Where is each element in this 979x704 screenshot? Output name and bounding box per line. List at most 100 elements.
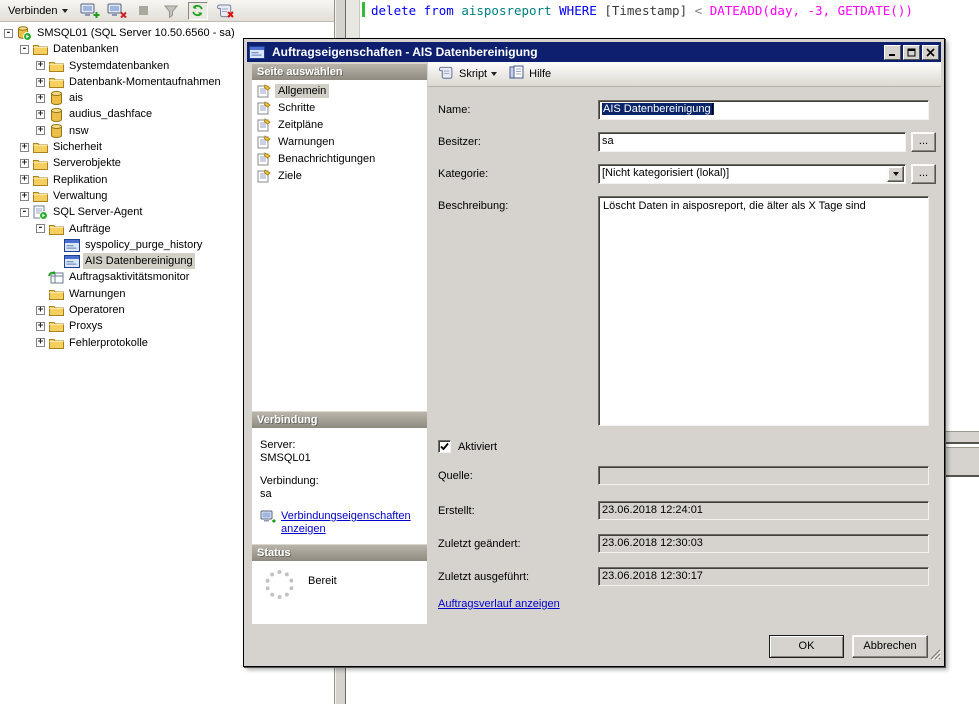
page-item-benachrichtigungen[interactable]: Benachrichtigungen	[252, 150, 427, 167]
property-page-icon	[255, 135, 272, 149]
script-button[interactable]: Skript	[434, 63, 501, 85]
tree-item-label: Auftragsaktivitätsmonitor	[67, 269, 191, 285]
page-item-schritte[interactable]: Schritte	[252, 99, 427, 116]
expand-icon[interactable]: +	[36, 306, 45, 315]
progress-spinner-icon	[265, 570, 294, 599]
enabled-checkbox[interactable]	[438, 440, 451, 453]
script-error-icon[interactable]	[215, 2, 235, 20]
stop-icon[interactable]	[134, 2, 154, 20]
script-button-label: Skript	[459, 68, 487, 80]
source-field	[598, 466, 929, 485]
maximize-button[interactable]	[903, 45, 920, 60]
page-item-label: Schritte	[275, 101, 318, 115]
description-textarea[interactable]: Löscht Daten in aisposreport, die älter …	[598, 196, 929, 426]
name-input[interactable]: AIS Datenbereinigung	[598, 100, 929, 120]
created-label: Erstellt:	[438, 505, 475, 517]
property-page-icon	[255, 84, 272, 98]
application-window: Verbinden -SMSQL01 (SQL Server 10.50.656…	[0, 0, 979, 704]
connection-properties-link[interactable]: Verbindungseigenschaften anzeigen	[281, 510, 419, 536]
expand-icon[interactable]: +	[36, 322, 45, 331]
filter-icon[interactable]	[161, 2, 181, 20]
page-item-ziele[interactable]: Ziele	[252, 167, 427, 184]
status-section: Bereit	[252, 561, 427, 624]
page-item-zeitpläne[interactable]: Zeitpläne	[252, 116, 427, 133]
connection-label: Verbindung:	[260, 475, 423, 488]
ok-button[interactable]: OK	[769, 635, 844, 658]
folder-icon	[48, 76, 64, 88]
category-label: Kategorie:	[438, 168, 488, 180]
help-button[interactable]: Hilfe	[505, 63, 555, 85]
category-browse-button[interactable]: ...	[911, 164, 936, 184]
collapse-icon[interactable]: -	[4, 29, 13, 38]
folder-icon	[32, 158, 48, 170]
category-dropdown-button[interactable]	[887, 166, 904, 182]
expand-icon[interactable]: +	[36, 61, 45, 70]
expand-icon[interactable]: +	[20, 192, 29, 201]
connection-header: Verbindung	[252, 411, 427, 428]
property-page-icon	[255, 118, 272, 132]
owner-input[interactable]: sa	[598, 132, 906, 152]
checkmark-icon	[440, 442, 449, 451]
disconnect-icon[interactable]	[107, 2, 127, 20]
object-explorer-toolbar: Verbinden	[0, 0, 336, 22]
collapse-icon[interactable]: -	[20, 208, 29, 217]
job-icon	[249, 46, 265, 59]
collapse-icon[interactable]: -	[36, 224, 45, 233]
job-icon	[64, 239, 80, 252]
sql-token: DATEADD(day, -3, GETDATE())	[710, 3, 913, 18]
name-label: Name:	[438, 104, 470, 116]
expand-icon[interactable]: +	[20, 143, 29, 152]
server-label: Server:	[260, 439, 423, 452]
folder-icon	[32, 141, 48, 153]
job-history-link[interactable]: Auftragsverlauf anzeigen	[438, 598, 560, 610]
sql-statement: delete from aisposreport WHERE [Timestam…	[371, 3, 913, 18]
minimize-button[interactable]	[884, 45, 901, 60]
tree-item-label: Fehlerprotokolle	[67, 335, 150, 351]
pages-header: Seite auswählen	[252, 63, 427, 80]
tree-item-label: Verwaltung	[51, 188, 109, 204]
tree-item-label: Datenbanken	[51, 41, 120, 57]
connect-dropdown-button[interactable]: Verbinden	[4, 3, 72, 19]
page-item-label: Benachrichtigungen	[275, 152, 378, 166]
owner-browse-button[interactable]: ...	[911, 132, 936, 152]
tree-item-label: AIS Datenbereinigung	[83, 253, 195, 269]
tree-item-label: Systemdatenbanken	[67, 58, 171, 74]
folder-icon	[48, 60, 64, 72]
expand-icon[interactable]: +	[36, 126, 45, 135]
category-select[interactable]: [Nicht kategorisiert (lokal)]	[598, 164, 906, 184]
expand-icon[interactable]: +	[20, 175, 29, 184]
tree-item-label: ais	[67, 90, 85, 106]
cancel-button[interactable]: Abbrechen	[852, 635, 928, 658]
property-page-icon	[255, 169, 272, 183]
page-item-warnungen[interactable]: Warnungen	[252, 133, 427, 150]
tree-item-label: Operatoren	[67, 302, 127, 318]
sql-token: WHERE	[559, 3, 604, 18]
close-button[interactable]	[922, 45, 939, 60]
folder-icon	[32, 43, 48, 55]
sql-token: delete from	[371, 3, 461, 18]
expand-icon[interactable]: +	[36, 94, 45, 103]
page-item-label: Allgemein	[275, 84, 329, 98]
page-item-label: Zeitpläne	[275, 118, 326, 132]
pages-list: Allgemein Schritte ZeitpläneWarnungen Benac…	[252, 80, 427, 411]
folder-icon	[48, 223, 64, 235]
tree-item-label: nsw	[67, 123, 91, 139]
dialog-titlebar[interactable]: Auftragseigenschaften - AIS Datenbereini…	[247, 42, 941, 62]
resize-grip[interactable]	[929, 648, 941, 663]
page-item-allgemein[interactable]: Allgemein	[252, 82, 427, 99]
name-input-selected-text: AIS Datenbereinigung	[602, 103, 714, 115]
connect-server-icon[interactable]	[80, 2, 100, 20]
expand-icon[interactable]: +	[36, 110, 45, 119]
editor-change-tracking-bar	[362, 2, 365, 17]
expand-icon[interactable]: +	[20, 159, 29, 168]
collapse-icon[interactable]: -	[20, 45, 29, 54]
dialog-title: Auftragseigenschaften - AIS Datenbereini…	[272, 45, 882, 59]
expand-icon[interactable]: +	[36, 338, 45, 347]
page-item-label: Ziele	[275, 169, 305, 183]
property-page-icon	[255, 152, 272, 166]
connection-section: Server: SMSQL01 Verbindung: sa Verbindun…	[252, 428, 427, 544]
tree-item-label: SMSQL01 (SQL Server 10.50.6560 - sa)	[35, 25, 237, 41]
refresh-icon[interactable]	[188, 2, 208, 20]
expand-icon[interactable]: +	[36, 78, 45, 87]
enabled-label: Aktiviert	[458, 441, 497, 453]
